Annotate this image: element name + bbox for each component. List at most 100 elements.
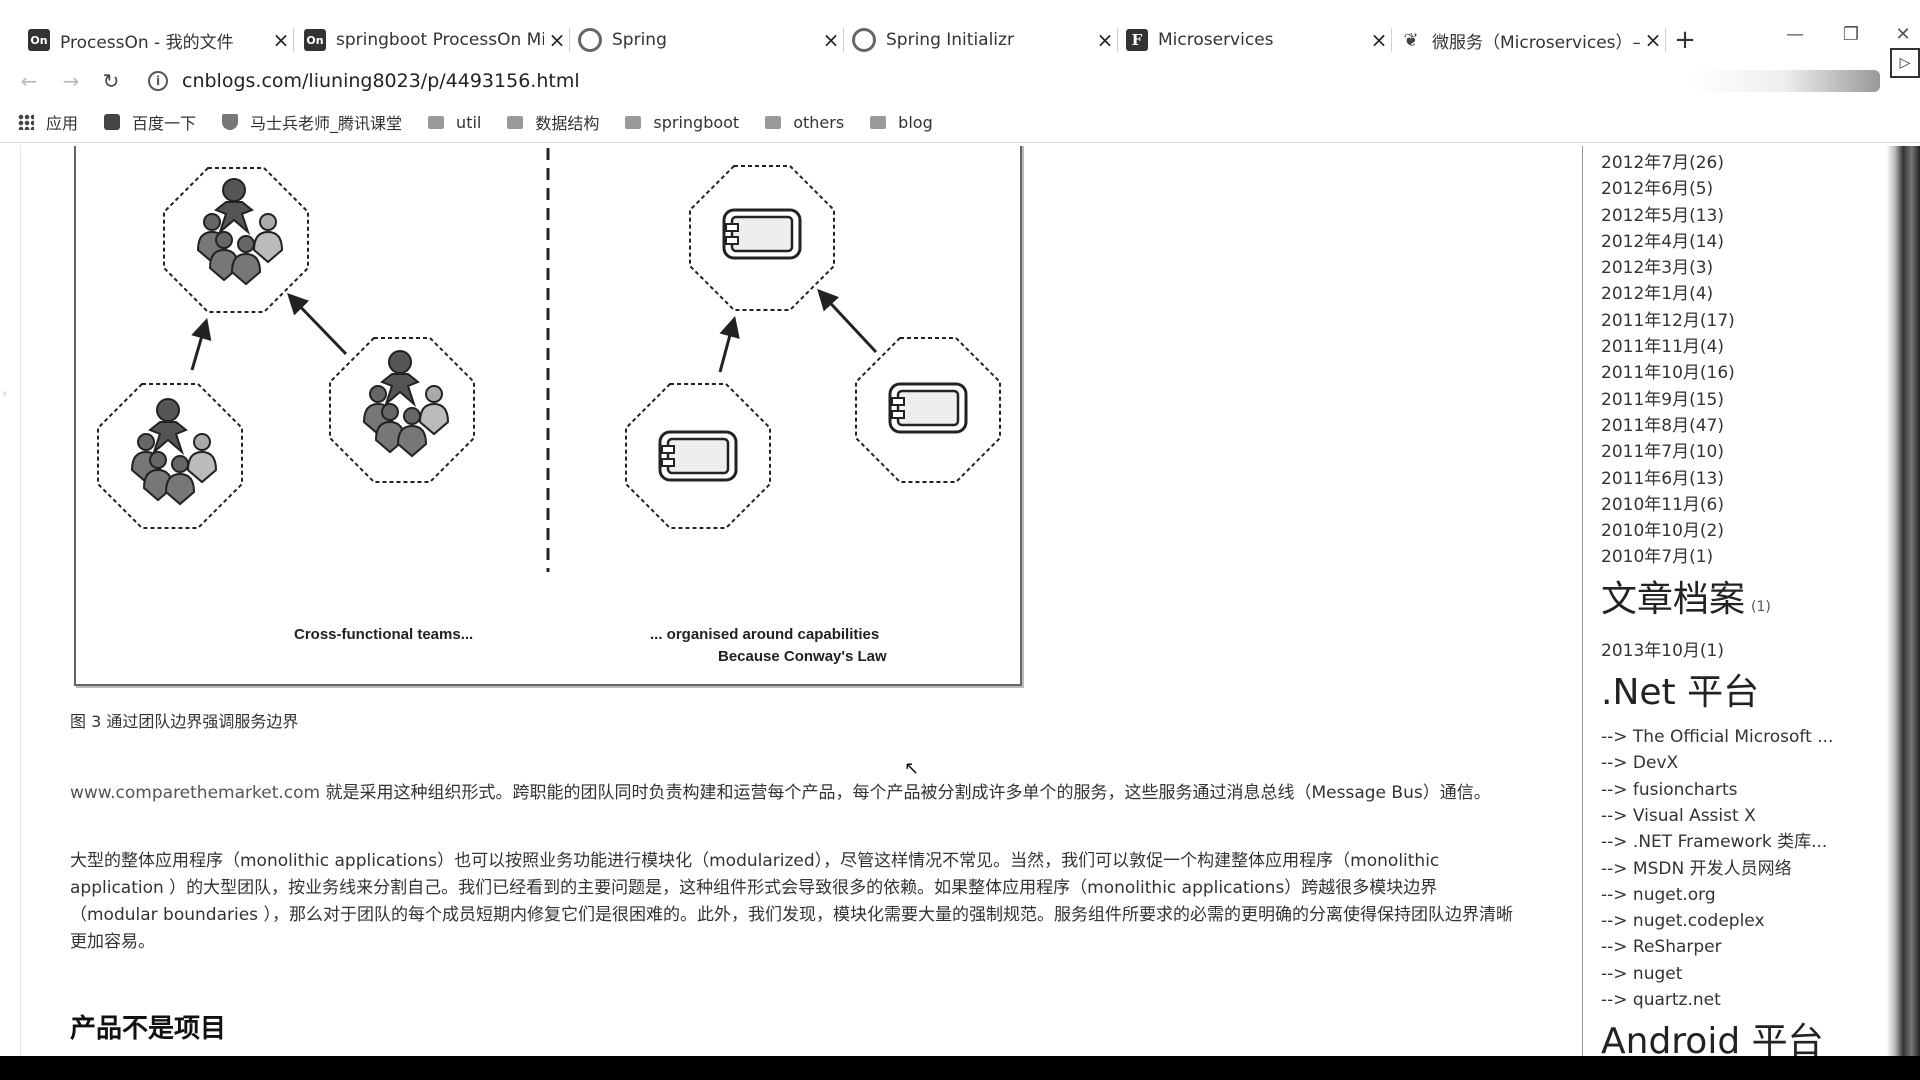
archive-month-link[interactable]: 2012年1月(4)	[1601, 281, 1861, 307]
net-resource-link[interactable]: --> nuget.codeplex	[1601, 908, 1861, 934]
close-tab-icon[interactable]: ×	[544, 28, 570, 52]
close-tab-icon[interactable]: ×	[1366, 28, 1392, 52]
bookmark-folder-springboot[interactable]: springboot	[625, 113, 739, 132]
net-resource-link[interactable]: --> Visual Assist X	[1601, 803, 1861, 829]
bookmark-label: others	[793, 112, 845, 132]
close-tab-icon[interactable]: ×	[1092, 28, 1118, 52]
net-platform-heading: .Net 平台	[1601, 672, 1760, 714]
archive-month-link[interactable]: 2011年10月(16)	[1601, 360, 1861, 386]
archive-month-link[interactable]: 2011年7月(10)	[1601, 439, 1861, 465]
archive-month-link[interactable]: 2011年6月(13)	[1601, 466, 1861, 492]
browser-tab[interactable]: Spring Initializr ×	[844, 20, 1118, 60]
net-resource-link[interactable]: --> The Official Microsoft ...	[1601, 724, 1861, 750]
arrow	[817, 288, 878, 354]
arrow	[287, 292, 348, 356]
comparethemarket-link[interactable]: www.comparethemarket.com	[70, 783, 320, 803]
figure-label-right-1: ... organised around capabilities	[650, 626, 880, 643]
net-resource-link[interactable]: --> ReSharper	[1601, 934, 1861, 960]
archive-month-link[interactable]: 2010年10月(2)	[1601, 518, 1861, 544]
article-content: Cross-functional teams... ... organised …	[70, 146, 1530, 1056]
net-resource-link[interactable]: --> DevX	[1601, 750, 1861, 776]
archive-month-link[interactable]: 2011年11月(4)	[1601, 334, 1861, 360]
net-resource-link[interactable]: --> nuget	[1601, 961, 1861, 987]
tab-title: Spring Initializr	[886, 30, 1014, 50]
cnblogs-icon: ❦	[1400, 29, 1422, 51]
site-info-icon[interactable]: i	[148, 71, 168, 91]
spring-icon	[578, 28, 602, 52]
folder-icon	[625, 115, 642, 129]
article-archive-month-link[interactable]: 2013年10月(1)	[1601, 638, 1861, 664]
browser-tab[interactable]: On springboot ProcessOn Mi ×	[296, 20, 570, 60]
spring-initializr-icon	[852, 28, 876, 52]
tab-title: 微服务（Microservices）—	[1432, 32, 1640, 53]
archive-month-link[interactable]: 2010年11月(6)	[1601, 492, 1861, 518]
back-arrow-icon[interactable]: ←	[14, 66, 44, 96]
net-resource-link[interactable]: --> quartz.net	[1601, 987, 1861, 1013]
mouse-cursor-icon: ↖	[904, 758, 920, 779]
archive-month-link[interactable]: 2012年3月(3)	[1601, 255, 1861, 281]
bookmark-tencent-class[interactable]: 马士兵老师_腾讯课堂	[222, 110, 402, 134]
bookmark-apps[interactable]: 应用	[18, 110, 78, 134]
address-field[interactable]: i cnblogs.com/liuning8023/p/4493156.html	[148, 66, 580, 96]
forward-arrow-icon[interactable]: →	[56, 66, 86, 96]
archive-month-link[interactable]: 2012年4月(14)	[1601, 229, 1861, 255]
section-heading: 产品不是项目	[70, 1014, 227, 1044]
web-page[interactable]: ‹ Cross-functional teams... ... organise…	[0, 146, 1920, 1056]
net-resource-link[interactable]: --> .NET Framework 类库...	[1601, 829, 1861, 855]
bookmark-folder-util[interactable]: util	[428, 113, 481, 132]
url-text: cnblogs.com/liuning8023/p/4493156.html	[182, 70, 580, 92]
article-archive-list: 2013年10月(1)	[1601, 638, 1861, 664]
archive-month-link[interactable]: 2012年5月(13)	[1601, 203, 1861, 229]
chevron-left-icon: ‹	[2, 386, 8, 402]
close-tab-icon[interactable]: ×	[818, 28, 844, 52]
bookmark-label: springboot	[653, 112, 740, 132]
bookmark-label: util	[456, 112, 482, 132]
bookmark-folder-others[interactable]: others	[765, 113, 844, 132]
new-tab-button[interactable]: +	[1670, 20, 1700, 60]
browser-chrome: On ProcessOn - 我的文件 × On springboot ProcessO…	[0, 0, 1920, 146]
minimize-button[interactable]: —	[1770, 20, 1820, 50]
folder-icon	[765, 115, 782, 129]
reload-icon[interactable]: ↻	[96, 66, 126, 96]
article-archive-title: 文章档案	[1601, 578, 1746, 620]
net-links-list: --> The Official Microsoft ... --> DevX --…	[1601, 724, 1861, 1013]
bookmark-label: blog	[898, 112, 933, 132]
archive-month-link[interactable]: 2012年7月(26)	[1601, 150, 1861, 176]
baidu-paw-icon	[104, 114, 121, 130]
close-tab-icon[interactable]: ×	[268, 28, 294, 52]
bookmark-baidu[interactable]: 百度一下	[104, 110, 196, 134]
tab-title: ProcessOn - 我的文件	[60, 32, 234, 53]
tab-separator	[293, 28, 294, 52]
folder-icon	[428, 115, 445, 129]
restore-button[interactable]: ❐	[1826, 20, 1876, 50]
browser-tab[interactable]: F Microservices ×	[1118, 20, 1392, 60]
android-platform-heading: Android 平台	[1601, 1021, 1824, 1056]
bookmark-label: 百度一下	[132, 114, 197, 133]
net-resource-link[interactable]: --> MSDN 开发人员网络	[1601, 856, 1861, 882]
archive-month-link[interactable]: 2010年7月(1)	[1601, 544, 1861, 570]
net-resource-link[interactable]: --> nuget.org	[1601, 882, 1861, 908]
apps-grid-icon	[18, 114, 34, 130]
browser-tab[interactable]: On ProcessOn - 我的文件 ×	[20, 20, 294, 60]
archive-month-link[interactable]: 2012年6月(5)	[1601, 176, 1861, 202]
archive-month-link[interactable]: 2011年9月(15)	[1601, 387, 1861, 413]
tab-title: Spring	[612, 30, 667, 50]
close-window-button[interactable]: ✕	[1878, 20, 1920, 50]
figure-illustration	[97, 148, 1001, 572]
conway-figure: Cross-functional teams... ... organised …	[74, 146, 1022, 686]
close-tab-icon[interactable]: ×	[1640, 28, 1666, 52]
bookmark-label: 应用	[46, 114, 79, 133]
extension-play-icon[interactable]: ▷	[1890, 48, 1920, 78]
figure-label-right-2: Because Conway's Law	[718, 648, 887, 665]
browser-tab[interactable]: ❦ 微服务（Microservices）— ×	[1392, 20, 1666, 60]
archive-month-link[interactable]: 2011年12月(17)	[1601, 308, 1861, 334]
bookmark-folder-data-structures[interactable]: 数据结构	[507, 110, 599, 134]
browser-tab[interactable]: Spring ×	[570, 20, 844, 60]
archive-month-link[interactable]: 2011年8月(47)	[1601, 413, 1861, 439]
bookmark-folder-blog[interactable]: blog	[870, 113, 933, 132]
right-window-edge	[1864, 146, 1920, 1056]
bookmark-label: 马士兵老师_腾讯课堂	[250, 114, 403, 133]
net-resource-link[interactable]: --> fusioncharts	[1601, 777, 1861, 803]
tab-title: Microservices	[1158, 30, 1274, 50]
figure-caption: 图 3 通过团队边界强调服务边界	[70, 712, 299, 731]
